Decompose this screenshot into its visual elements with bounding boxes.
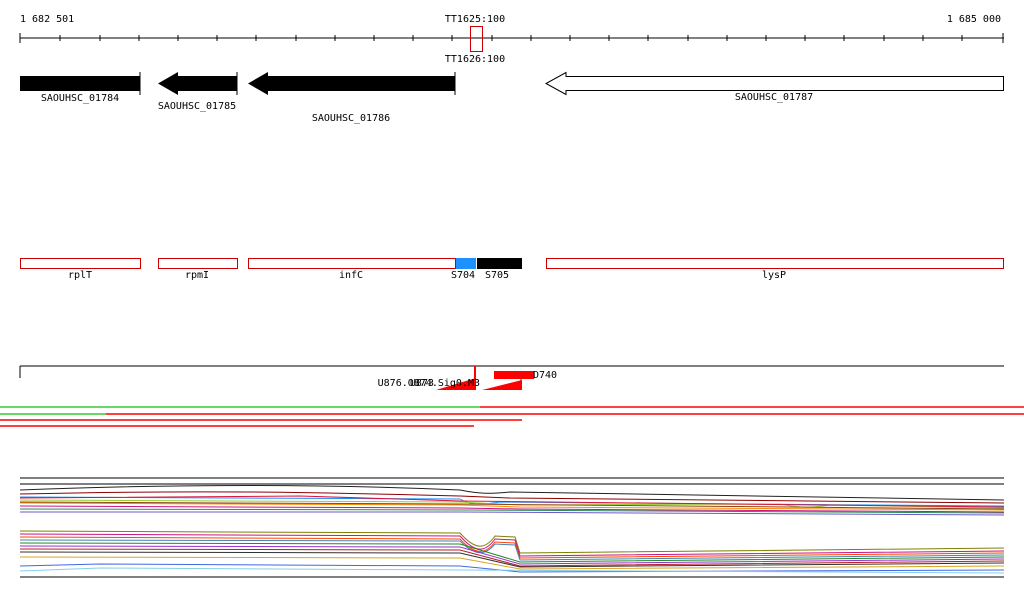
feature-label-rplT: rplT [67,270,93,281]
peak-label-overlap: U873 [409,378,434,389]
feature-box-rplT[interactable] [20,258,141,269]
feature-label-lysP: lysP [761,270,787,281]
coverage-tracks [0,406,1024,427]
gene-arrow-01784[interactable] [20,76,140,91]
feature-label-rpmI: rpmI [184,270,210,281]
coordinate-axis [19,33,1004,43]
feature-label-S705: S705 [484,270,510,281]
feature-box-S704[interactable] [456,258,476,269]
genome-browser-canvas [0,26,1024,578]
feature-box-lysP[interactable] [546,258,1004,269]
peaks-track [19,365,1004,390]
feature-box-rpmI[interactable] [158,258,238,269]
gene-arrow-01785[interactable] [158,72,237,95]
gene-label-01784: SAOUHSC_01784 [40,93,120,104]
gene-arrow-01786[interactable] [248,72,455,95]
feature-box-infC[interactable] [248,258,456,269]
peak-triangle-right[interactable] [482,380,522,390]
expression-profiles [19,477,1005,578]
peak-label-right: D740 [533,370,558,381]
gene-label-01786: SAOUHSC_01786 [311,113,391,124]
feature-label-infC: infC [338,270,364,281]
feature-box-S705[interactable] [477,258,522,269]
feature-label-S704: S704 [450,270,476,281]
gene-label-01787: SAOUHSC_01787 [734,92,814,103]
peak-bar-right[interactable] [494,371,534,379]
gene-label-01785: SAOUHSC_01785 [157,101,237,112]
terminator-marker[interactable] [470,26,483,52]
